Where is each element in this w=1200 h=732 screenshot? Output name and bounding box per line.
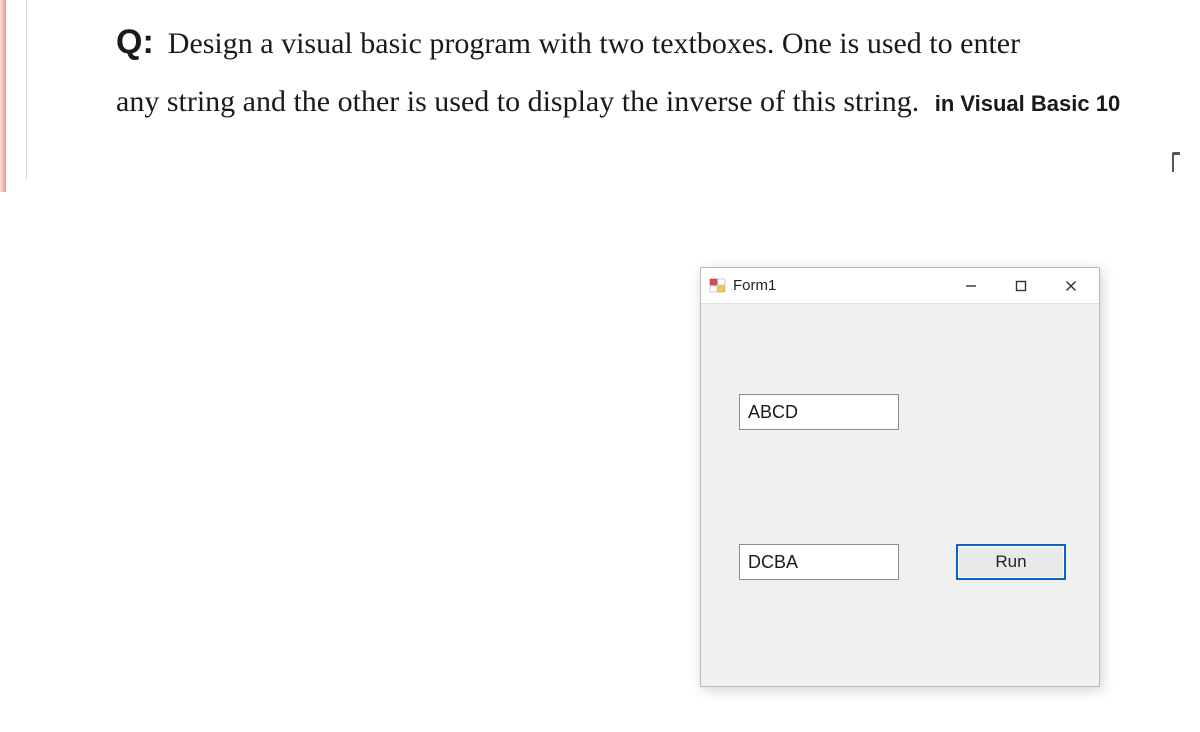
textbox-input[interactable]: ABCD	[739, 394, 899, 430]
question-block: Q: Design a visual basic program with two…	[116, 20, 1140, 126]
page-corner-mark	[1172, 152, 1180, 172]
close-button[interactable]	[1049, 270, 1093, 302]
question-text-1: Design a visual basic program with two t…	[168, 27, 1020, 60]
textbox-output[interactable]: DCBA	[739, 544, 899, 580]
window-client-area: ABCD DCBA Run	[701, 304, 1099, 686]
maximize-button[interactable]	[999, 270, 1043, 302]
question-note: in Visual Basic 10	[935, 91, 1120, 116]
textbox-input-value: ABCD	[748, 402, 798, 423]
window-title: Form1	[733, 277, 776, 294]
question-line-1: Q: Design a visual basic program with two…	[116, 20, 1140, 66]
question-line-2: any string and the other is used to disp…	[116, 80, 1140, 126]
question-label: Q:	[116, 23, 154, 61]
textbox-output-value: DCBA	[748, 552, 798, 573]
minimize-button[interactable]	[949, 270, 993, 302]
page-binding-edge	[0, 0, 6, 192]
form-window: Form1 ABCD DCBA Run	[700, 267, 1100, 687]
run-button-label: Run	[995, 552, 1026, 572]
window-titlebar[interactable]: Form1	[701, 268, 1099, 304]
run-button[interactable]: Run	[956, 544, 1066, 580]
form-icon	[709, 277, 727, 295]
question-text-2: any string and the other is used to disp…	[116, 85, 919, 118]
page-margin-rule	[26, 0, 27, 180]
